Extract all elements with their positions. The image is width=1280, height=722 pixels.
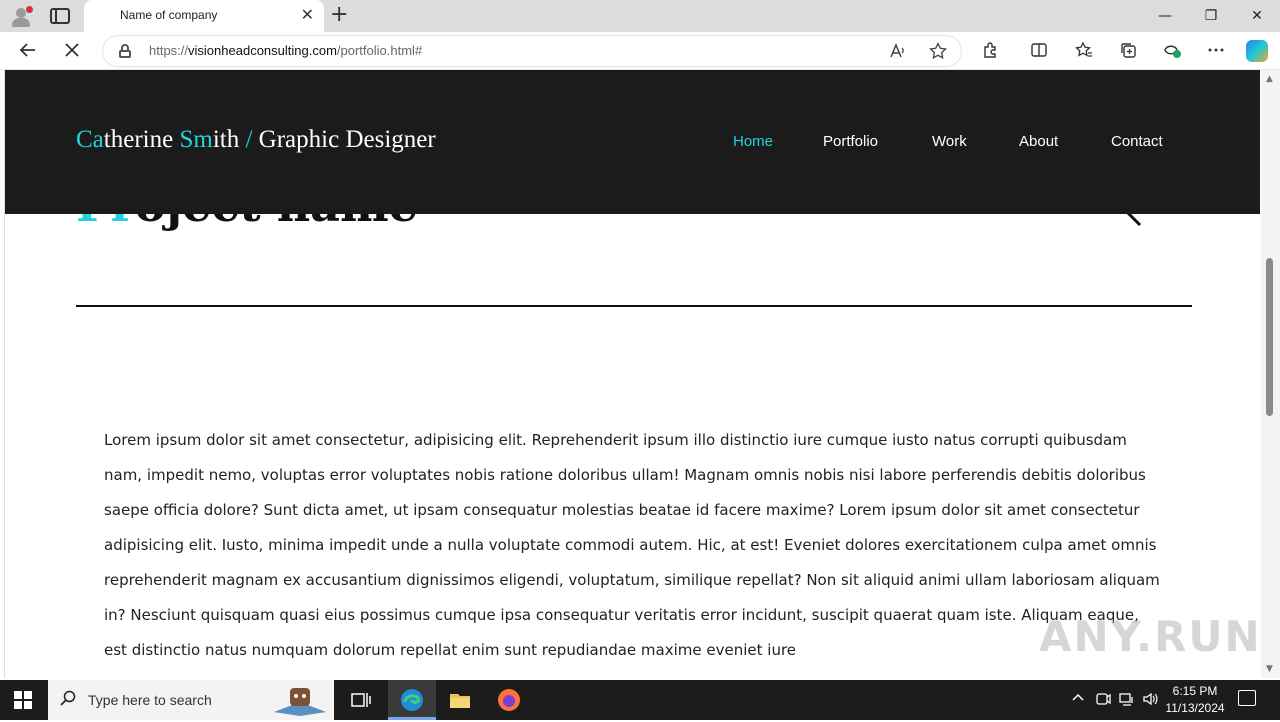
search-highlight-illustration-icon (270, 682, 330, 718)
section-divider (76, 305, 1192, 307)
taskbar-search-box[interactable]: Type here to search (48, 680, 334, 720)
page-scrollbar[interactable]: ▲ ▼ (1261, 70, 1280, 678)
notification-center-icon[interactable] (1238, 690, 1256, 706)
back-icon[interactable] (18, 40, 38, 66)
volume-icon[interactable] (1142, 691, 1158, 712)
brand-first-rest: therine (103, 126, 180, 153)
tab-title: Name of company (120, 8, 218, 22)
tab-actions-icon[interactable] (50, 8, 70, 24)
network-icon[interactable] (1119, 691, 1135, 712)
taskbar: Type here to search 6:15 PM 11/13/2024 (0, 680, 1280, 720)
browser-toolbar: https://visionheadconsulting.com/portfol… (0, 32, 1280, 70)
split-screen-icon[interactable] (1027, 41, 1051, 63)
edge-browser-icon[interactable] (400, 688, 424, 712)
nav-portfolio-link[interactable]: Portfolio (823, 133, 878, 150)
new-tab-button[interactable]: + (330, 3, 348, 27)
firefox-icon[interactable] (497, 688, 521, 712)
search-placeholder: Type here to search (88, 692, 212, 708)
extensions-icon[interactable] (979, 41, 1003, 63)
system-clock[interactable]: 6:15 PM 11/13/2024 (1158, 683, 1232, 717)
page-viewport: Project name Catherine Smith / Graphic D… (4, 70, 1260, 678)
url-host: visionheadconsulting.com (188, 43, 337, 58)
url-path: /portfolio.html# (336, 43, 423, 58)
project-description: Lorem ipsum dolor sit amet consectetur, … (104, 431, 1160, 659)
nav-work-link[interactable]: Work (932, 133, 967, 150)
lock-icon[interactable] (119, 44, 131, 58)
site-header: Catherine Smith / Graphic Designer Home … (5, 70, 1260, 214)
nav-home-link[interactable]: Home (733, 133, 773, 150)
nav-about-link[interactable]: About (1019, 133, 1058, 150)
profile-avatar-icon[interactable] (10, 6, 33, 28)
url-prefix: https:// (149, 43, 189, 58)
favorites-icon[interactable] (1072, 41, 1096, 63)
read-aloud-icon[interactable] (889, 42, 907, 64)
more-menu-icon[interactable] (1204, 41, 1228, 63)
search-icon (60, 690, 76, 710)
meet-now-icon[interactable] (1095, 691, 1111, 712)
collections-icon[interactable] (1116, 41, 1140, 63)
brand-role: Graphic Designer (252, 126, 436, 153)
close-window-button[interactable]: ✕ (1234, 6, 1280, 26)
stop-loading-icon[interactable] (62, 40, 82, 66)
tray-chevron-icon[interactable] (1071, 691, 1085, 710)
brand-first-accent: Ca (76, 126, 104, 153)
windows-start-icon[interactable] (14, 691, 32, 709)
browser-tab-strip: Name of company ✕ + — ❐ ✕ (0, 0, 1280, 32)
favorite-star-icon[interactable] (929, 41, 947, 64)
scroll-down-icon[interactable]: ▼ (1266, 664, 1273, 674)
url-text[interactable]: https://visionheadconsulting.com/portfol… (149, 43, 422, 58)
brand-last-rest: ith (212, 126, 240, 153)
anyrun-watermark: ANY.RUN (1039, 612, 1260, 661)
browser-tab[interactable]: Name of company ✕ (84, 0, 324, 32)
minimize-button[interactable]: — (1142, 6, 1188, 26)
scroll-up-icon[interactable]: ▲ (1266, 74, 1273, 84)
restore-button[interactable]: ❐ (1188, 6, 1234, 26)
brand-last-accent: Sm (179, 126, 213, 153)
copilot-icon[interactable] (1246, 40, 1268, 62)
task-view-icon[interactable] (349, 688, 373, 712)
clock-date: 11/13/2024 (1165, 701, 1225, 715)
nav-contact-link[interactable]: Contact (1111, 133, 1163, 150)
site-brand[interactable]: Catherine Smith / Graphic Designer (76, 126, 436, 154)
browser-essentials-icon[interactable] (1160, 41, 1184, 63)
scroll-thumb[interactable] (1266, 258, 1273, 416)
file-explorer-icon[interactable] (448, 688, 472, 712)
brand-slash: / (239, 126, 253, 153)
clock-time: 6:15 PM (1172, 684, 1218, 698)
tab-close-button[interactable]: ✕ (301, 6, 314, 24)
address-bar[interactable]: https://visionheadconsulting.com/portfol… (102, 35, 962, 67)
